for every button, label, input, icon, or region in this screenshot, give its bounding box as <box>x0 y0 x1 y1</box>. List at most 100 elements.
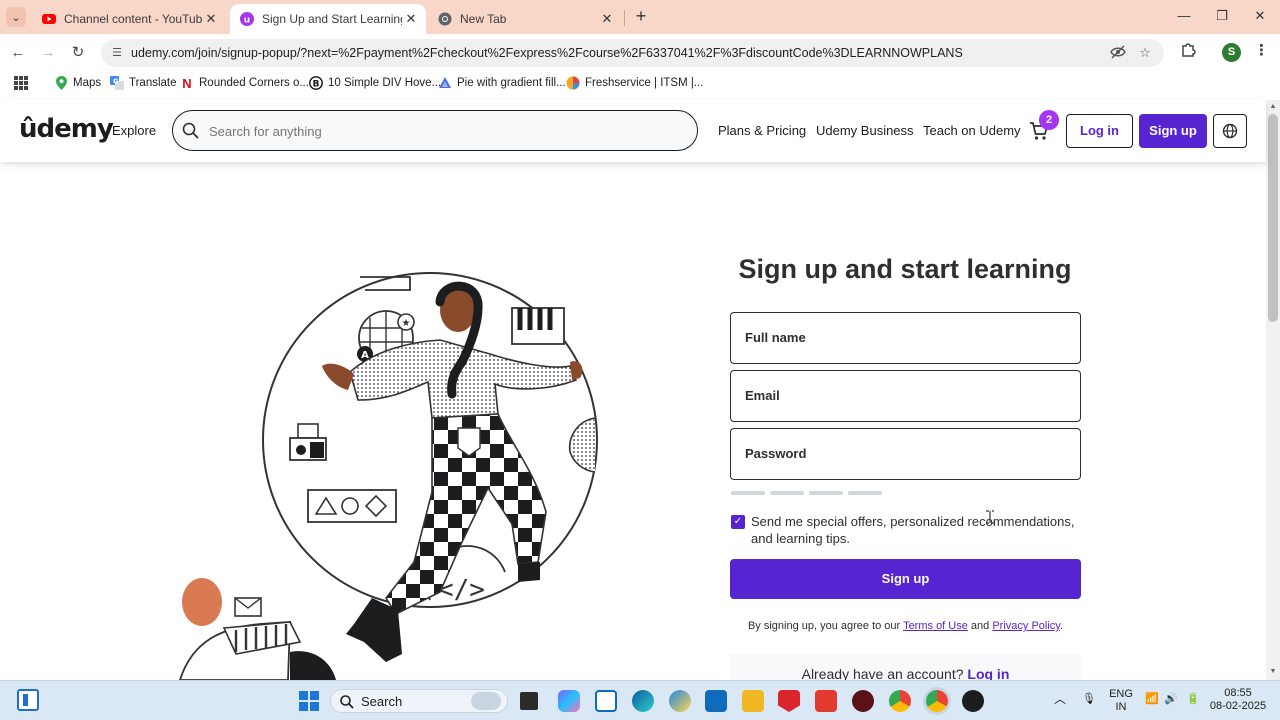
edge-icon[interactable] <box>632 690 654 712</box>
bookmark-rounded-corners[interactable]: N Rounded Corners o... <box>180 76 309 91</box>
forward-arrow-icon[interactable]: → <box>37 42 59 64</box>
close-icon[interactable]: ✕ <box>202 11 220 27</box>
globe-icon <box>1222 123 1238 139</box>
more-menu-icon[interactable]: ⋮ <box>1254 42 1269 62</box>
wifi-icon[interactable]: 📶 <box>1145 693 1159 706</box>
volume-icon[interactable]: 🔊 <box>1164 693 1178 706</box>
snipping-tool-icon[interactable] <box>595 690 617 712</box>
bookmark-pie-gradient[interactable]: Pie with gradient fill... <box>438 76 566 90</box>
recorder-icon[interactable] <box>962 690 984 712</box>
app-dark-icon[interactable] <box>852 690 874 712</box>
text-cursor-icon <box>986 510 994 524</box>
task-view-icon[interactable] <box>520 692 538 710</box>
close-icon[interactable]: ✕ <box>402 11 420 27</box>
bookmark-freshservice[interactable]: Freshservice | ITSM |... <box>566 76 703 90</box>
logo-text: ûdemy <box>19 114 114 144</box>
tab-youtube-studio[interactable]: Channel content - YouTube Studio ✕ <box>32 4 226 34</box>
tab-new-tab[interactable]: New Tab ✕ <box>428 4 622 34</box>
maps-icon <box>54 76 68 90</box>
minimize-icon[interactable]: — <box>1173 6 1195 26</box>
bookmark-translate[interactable]: G Translate <box>110 76 177 90</box>
tab-title: New Tab <box>460 12 507 26</box>
chrome-taskbar-icon[interactable] <box>889 690 911 712</box>
explore-menu[interactable]: Explore <box>112 123 156 138</box>
signup-header-button[interactable]: Sign up <box>1139 114 1207 148</box>
scroll-thumb[interactable] <box>1268 114 1278 322</box>
password-field[interactable]: Password <box>730 428 1081 480</box>
search-icon[interactable] <box>181 121 201 141</box>
clock-date: 08-02-2025 <box>1209 700 1267 712</box>
svg-text:u: u <box>244 16 250 26</box>
store-icon[interactable] <box>705 690 727 712</box>
bookmark-star-icon[interactable]: ☆ <box>1136 45 1154 61</box>
email-label: Email <box>745 388 780 403</box>
udemy-logo[interactable]: ûdemy <box>19 114 114 144</box>
taskbar-search[interactable]: Search <box>330 689 508 713</box>
reload-icon[interactable]: ↻ <box>67 42 89 64</box>
windows-start-icon[interactable] <box>298 690 320 712</box>
full-name-label: Full name <box>745 330 806 345</box>
bookmark-maps[interactable]: Maps <box>54 76 101 90</box>
chrome-profile-taskbar-icon[interactable] <box>926 690 948 712</box>
offers-checkbox[interactable]: ✓ <box>731 515 745 529</box>
browser-tab-strip: ⌄ Channel content - YouTube Studio ✕ u S… <box>0 0 1280 34</box>
privacy-policy-link[interactable]: Privacy Policy <box>992 620 1060 632</box>
browser-alt-icon[interactable] <box>669 690 691 712</box>
bookmark-div-hover[interactable]: B 10 Simple DIV Hove... <box>309 76 441 90</box>
clock-time: 08:55 <box>1224 687 1252 699</box>
microphone-icon[interactable]: 🎙 <box>1082 693 1096 706</box>
language-button[interactable] <box>1213 114 1247 148</box>
scroll-up-icon[interactable]: ▲ <box>1268 102 1278 112</box>
signup-submit-button[interactable]: Sign up <box>730 559 1081 599</box>
scroll-down-icon[interactable]: ▼ <box>1268 667 1278 677</box>
back-arrow-icon[interactable]: ← <box>7 42 29 64</box>
tab-title: Channel content - YouTube Studio <box>64 12 202 26</box>
terms-notice: By signing up, you agree to our Terms of… <box>730 620 1081 632</box>
restore-icon[interactable]: ❐ <box>1211 6 1233 26</box>
udemy-business-link[interactable]: Udemy Business <box>816 123 914 138</box>
strength-segment <box>770 491 804 495</box>
eye-off-icon[interactable] <box>1109 45 1127 61</box>
have-account-login-link[interactable]: Log in <box>967 666 1009 680</box>
bookmark-label: Freshservice | ITSM |... <box>585 77 704 89</box>
signup-title: Sign up and start learning <box>738 254 1072 284</box>
search-input[interactable] <box>209 121 679 141</box>
new-tab-button[interactable]: + <box>632 6 650 26</box>
offers-checkbox-label[interactable]: Send me special offers, personalized rec… <box>751 513 1081 547</box>
url-text[interactable]: udemy.com/join/signup-popup/?next=%2Fpay… <box>131 46 963 60</box>
chrome-icon <box>438 12 452 26</box>
full-name-field[interactable]: Full name <box>730 312 1081 364</box>
profile-avatar[interactable]: S <box>1222 43 1241 62</box>
copilot-icon[interactable] <box>558 690 580 712</box>
widgets-icon[interactable] <box>17 689 39 711</box>
terms-of-use-link[interactable]: Terms of Use <box>903 620 968 632</box>
apps-grid-icon[interactable] <box>14 76 28 90</box>
password-strength-meter <box>731 491 882 495</box>
close-icon[interactable]: ✕ <box>598 11 616 27</box>
site-settings-icon[interactable]: ☰ <box>109 45 125 61</box>
file-explorer-icon[interactable] <box>742 690 764 712</box>
window-close-icon[interactable]: ✕ <box>1249 6 1271 26</box>
tab-udemy-signup[interactable]: u Sign Up and Start Learning | Udemy ✕ <box>230 4 426 34</box>
tray-chevron-icon[interactable]: ︿ <box>1054 693 1066 706</box>
site-search[interactable] <box>172 110 698 151</box>
b-circle-icon: B <box>309 76 323 90</box>
bookmark-label: Maps <box>73 77 102 89</box>
translate-icon: G <box>110 76 124 90</box>
login-button[interactable]: Log in <box>1066 114 1133 148</box>
bookmark-label: 10 Simple DIV Hove... <box>328 77 442 89</box>
office-w-icon[interactable] <box>815 690 837 712</box>
strength-segment <box>809 491 843 495</box>
security-shield-icon[interactable] <box>778 690 800 712</box>
svg-text:B: B <box>313 80 320 90</box>
tab-search-chevron-icon[interactable]: ⌄ <box>6 7 26 27</box>
email-field[interactable]: Email <box>730 370 1081 422</box>
plans-pricing-link[interactable]: Plans & Pricing <box>718 123 806 138</box>
language-indicator[interactable]: ENG IN <box>1108 688 1134 714</box>
battery-icon[interactable]: 🔋 <box>1186 693 1200 706</box>
clock[interactable]: 08:55 08-02-2025 <box>1208 687 1268 713</box>
strength-segment <box>848 491 882 495</box>
teach-on-udemy-link[interactable]: Teach on Udemy <box>923 123 1021 138</box>
address-bar[interactable]: ☰ udemy.com/join/signup-popup/?next=%2Fp… <box>101 39 1164 67</box>
extensions-puzzle-icon[interactable] <box>1179 42 1197 60</box>
